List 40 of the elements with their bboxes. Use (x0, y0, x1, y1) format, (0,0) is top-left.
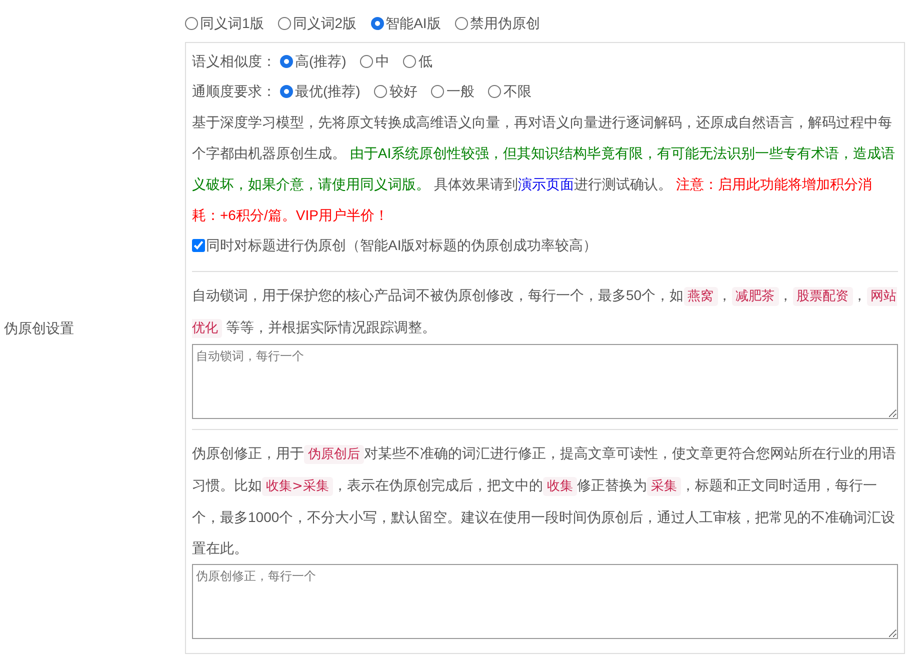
radio-label: 较好 (389, 82, 418, 100)
radio-label: 智能AI版 (386, 14, 441, 32)
section-label: 伪原创设置 (3, 320, 75, 338)
keyword-tag: 减肥茶 (732, 286, 779, 306)
radio-button[interactable] (488, 85, 502, 98)
description-text: 自动锁词，用于保护您的核心产品词不被伪原创修改，每行一个，最多50个，如 燕窝 ， 减肥茶 ， 股票配资 ， 网站优化 等等，并根据实际情况跟踪调整。 (192, 286, 898, 340)
radio-label: 最优(推荐) (295, 82, 360, 100)
radio-button[interactable] (278, 17, 291, 30)
checkbox[interactable] (192, 239, 205, 252)
keyword-tag: 燕窝 (684, 286, 718, 306)
radio-button[interactable] (280, 85, 293, 98)
keyword-tag: 伪原创后 (304, 444, 364, 464)
radio-button[interactable] (370, 17, 384, 30)
radio-button[interactable] (431, 85, 444, 98)
radio-button[interactable] (360, 55, 374, 68)
keyword-tag: 采集 (646, 476, 681, 496)
keyword-tag: 股票配资 (792, 286, 853, 306)
demo-page-link[interactable]: 演示页面 (518, 176, 574, 192)
radio-label: 不限 (503, 82, 532, 100)
radio-label: 禁用伪原创 (470, 14, 540, 32)
description-text: 伪原创修正，用于 伪原创后 对某些不准确的词汇进行修正，提高文章可读性，使文章更符合您网站所在行业的用语习惯。比如 收集>采集 ，表示在伪原创完成后，把文中的 收集 修正替换为 采集 ，标题和正文同时适用，每行一个，最多1000个，不分大小写，默认留空。建议在使用一段时间伪原创后，通过人工审核，把常见的不准确词汇设置在此。 (192, 444, 897, 558)
keyword-tag: 收集>采集 (262, 476, 333, 496)
radio-label: 一般 (446, 82, 474, 100)
radio-label: 中 (375, 52, 390, 70)
keyword-tag: 收集 (542, 476, 577, 496)
field-label: 通顺度要求： (192, 82, 276, 100)
lock-words-field[interactable]: 自动锁词，每行一个 (192, 344, 898, 418)
radio-button[interactable] (280, 55, 293, 68)
radio-button[interactable] (403, 55, 416, 68)
radio-label: 同义词2版 (292, 14, 357, 32)
radio-button[interactable] (454, 17, 468, 30)
field-label: 语义相似度： (192, 52, 276, 70)
checkbox-label: 同时对标题进行伪原创（智能AI版对标题的伪原创成功率较高） (206, 236, 598, 254)
radio-label: 同义词1版 (200, 14, 264, 32)
radio-button[interactable] (374, 85, 388, 98)
description-text: 基于深度学习模型，先将原文转换成高维语义向量，再对语义向量进行逐词解码，还原成自然语言，解码过程中每个字都由机器原创生成。 由于AI系统原创性较强，但其知识结构毕竟有限，有可能无法识别一些专有术语，造成语义破坏，如果介意，请使用同义词版。 具体效果请到演示页面进行测试确认。 注意：启用此功能将增加积分消耗：+6积分/篇。VIP用户半价！ (192, 112, 896, 224)
correction-field[interactable]: 伪原创修正，每行一个 (192, 564, 898, 638)
radio-button[interactable] (185, 17, 198, 30)
radio-label: 高(推荐) (295, 52, 346, 70)
radio-label: 低 (418, 52, 432, 70)
